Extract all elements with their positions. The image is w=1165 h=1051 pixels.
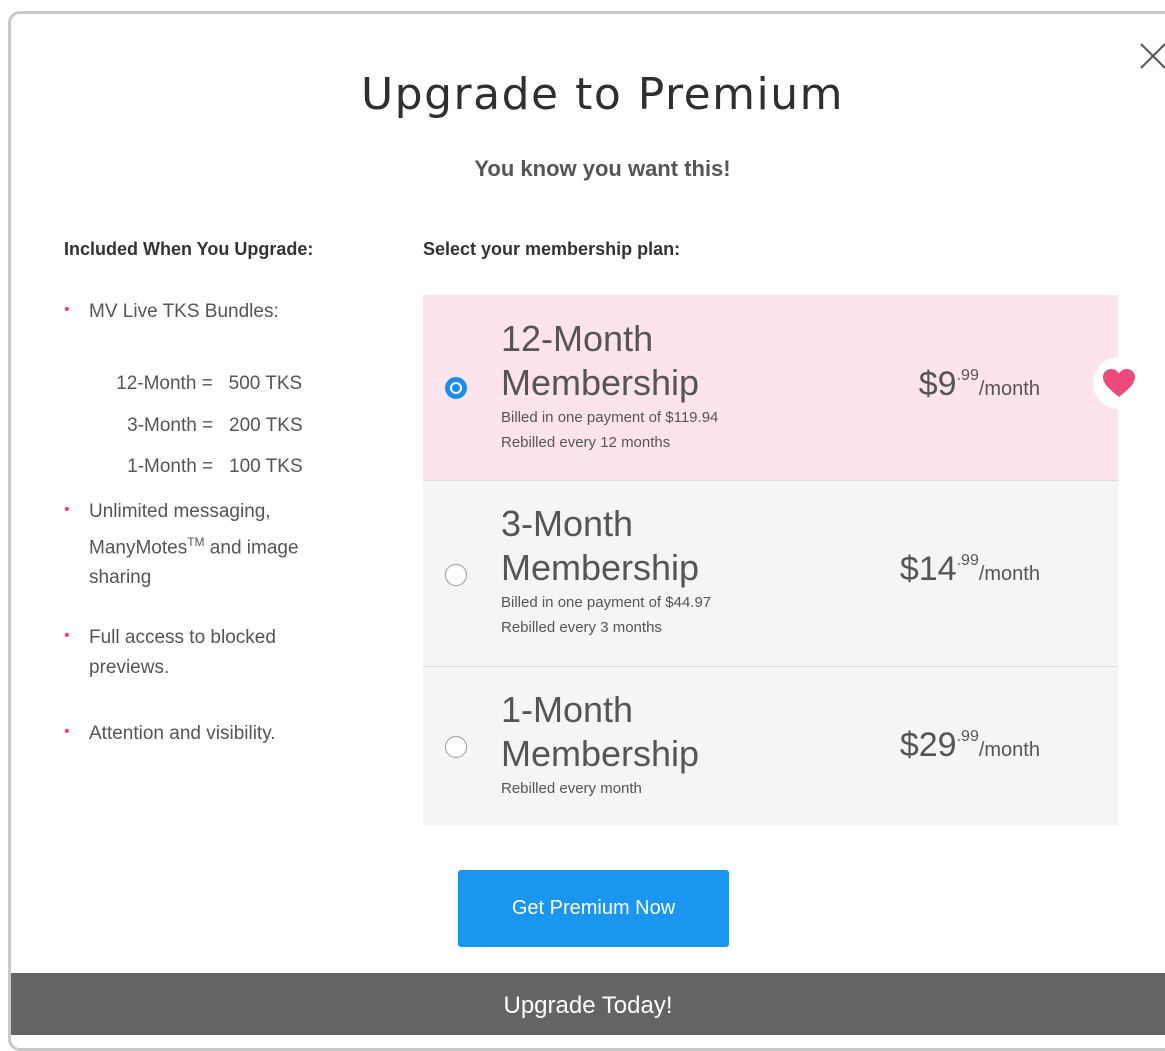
plan-divider <box>423 480 1118 481</box>
price-cents: .99 <box>956 367 979 384</box>
upgrade-modal: Upgrade to Premium You know you want thi… <box>8 11 1165 1051</box>
price-cents: .99 <box>956 728 979 745</box>
modal-title: Upgrade to Premium <box>360 69 845 120</box>
plan-note: Billed in one payment of $119.94 Rebille… <box>501 405 718 455</box>
plan-name: 12-Month Membership <box>501 317 821 405</box>
bundle-term: 1-Month = <box>127 456 214 477</box>
plan-name: 1-Month Membership <box>501 688 821 776</box>
plan-note: Rebilled every month <box>501 776 642 801</box>
plan-option-1-month[interactable]: 1-Month Membership Rebilled every month … <box>423 666 1118 825</box>
benefit-messaging-line3: sharing <box>89 567 152 589</box>
plan-radio-12-month[interactable] <box>445 377 467 399</box>
price-period: /month <box>978 739 1040 761</box>
plan-name-line2: Membership <box>501 547 700 588</box>
bullet-icon: • <box>64 301 70 318</box>
plan-note: Billed in one payment of $44.97 Rebilled… <box>501 590 711 640</box>
plan-billing: Billed in one payment of $44.97 <box>501 594 712 611</box>
benefit-bundles-label: MV Live TKS Bundles: <box>89 301 279 322</box>
manymotes-label: ManyMotes <box>89 537 188 559</box>
plan-radio-3-month[interactable] <box>445 564 467 586</box>
plan-radio-1-month[interactable] <box>445 736 467 758</box>
plan-option-3-month[interactable]: 3-Month Membership Billed in one payment… <box>423 480 1118 666</box>
price-main: $9 <box>918 365 957 403</box>
benefit-messaging-line1: Unlimited messaging, <box>89 501 271 522</box>
plan-name-line2: Membership <box>501 362 700 403</box>
plan-name-line1: 1-Month <box>501 689 634 730</box>
price-period: /month <box>978 563 1040 585</box>
benefit-attention-text: Attention and visibility. <box>89 723 276 744</box>
plan-price: $29.99/month <box>900 726 1040 765</box>
get-premium-button[interactable]: Get Premium Now <box>458 870 729 947</box>
benefit-messaging-line2: and image <box>204 537 299 559</box>
bundle-tokens: 200 TKS <box>229 415 303 436</box>
price-cents: .99 <box>956 552 979 569</box>
benefits-heading: Included When You Upgrade: <box>64 239 314 259</box>
bundle-term: 12-Month = <box>116 373 213 394</box>
favorite-badge <box>1093 357 1145 409</box>
benefit-messaging: • Unlimited messaging, ManyMotesTM and i… <box>64 497 354 593</box>
plan-rebill: Rebilled every 3 months <box>501 619 662 636</box>
plan-name-line1: 12-Month <box>501 318 654 359</box>
plan-billing: Billed in one payment of $119.94 <box>501 409 719 426</box>
bullet-icon: • <box>64 627 70 644</box>
bundle-tokens: 100 TKS <box>229 456 303 477</box>
price-main: $29 <box>899 726 957 764</box>
bundle-tokens: 500 TKS <box>228 373 303 394</box>
plan-name-line1: 3-Month <box>501 503 634 544</box>
benefit-previews-text: Full access to blocked previews. <box>89 627 276 678</box>
bundle-term: 3-Month = <box>127 415 214 436</box>
price-period: /month <box>978 378 1040 400</box>
plan-rebill: Rebilled every month <box>501 780 642 797</box>
benefit-bundles: • MV Live TKS Bundles: <box>64 297 354 327</box>
benefit-attention: • Attention and visibility. <box>64 719 354 749</box>
bullet-icon: • <box>64 501 70 518</box>
price-main: $14 <box>899 550 957 588</box>
plan-name: 3-Month Membership <box>501 502 821 590</box>
plan-rebill: Rebilled every 12 months <box>501 434 671 451</box>
plan-divider <box>423 666 1118 667</box>
trademark-mark: TM <box>187 535 205 549</box>
benefit-previews: • Full access to blocked previews. <box>64 623 334 683</box>
plans-heading: Select your membership plan: <box>423 239 681 259</box>
plan-price: $9.99/month <box>919 365 1040 404</box>
close-icon[interactable] <box>1139 42 1165 70</box>
modal-subtitle: You know you want this! <box>474 156 731 181</box>
heart-icon <box>1103 369 1135 397</box>
benefit-messaging-text: Unlimited messaging, ManyMotesTM and ima… <box>64 497 354 593</box>
plan-price: $14.99/month <box>900 550 1040 589</box>
bundle-row: 1-Month = 100 TKS <box>106 434 303 500</box>
upgrade-today-banner[interactable]: Upgrade Today! <box>11 973 1165 1035</box>
plan-option-12-month[interactable]: 12-Month Membership Billed in one paymen… <box>423 295 1118 480</box>
bullet-icon: • <box>64 723 70 740</box>
plan-name-line2: Membership <box>501 733 700 774</box>
